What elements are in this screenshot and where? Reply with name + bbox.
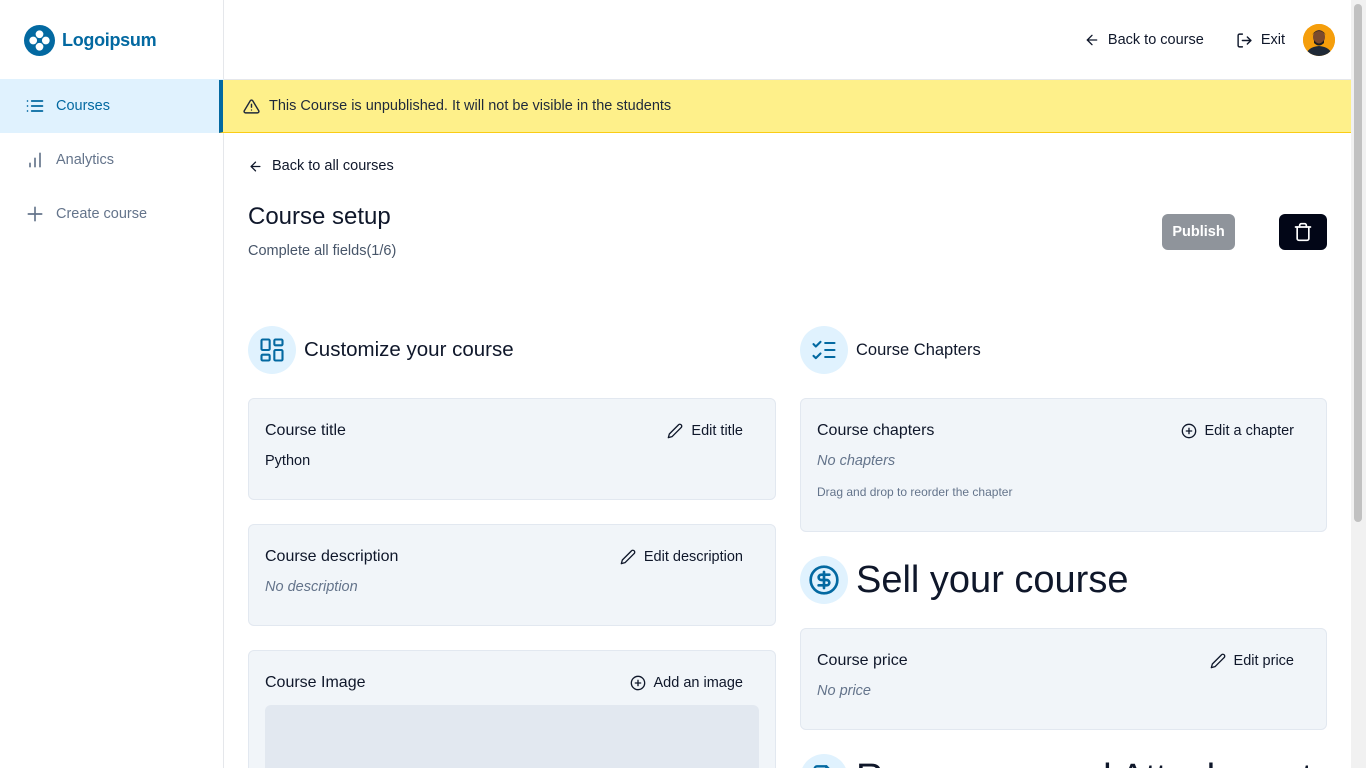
logo-text: Logoipsum xyxy=(62,29,157,50)
card-header: Course title Edit title xyxy=(265,411,759,451)
card-title: Course description xyxy=(265,548,399,565)
card-title: Course chapters xyxy=(817,422,935,439)
completion-status: Complete all fields(1/6) xyxy=(248,243,397,259)
sidebar-nav: Courses Analytics Create course xyxy=(0,79,224,241)
publish-button[interactable]: Publish xyxy=(1162,214,1235,250)
reorder-hint: Drag and drop to reorder the chapter xyxy=(817,485,1013,499)
card-title: Course title xyxy=(265,422,346,439)
course-title-value: Python xyxy=(265,453,311,469)
top-actions: Back to course Exit xyxy=(1072,22,1335,58)
course-chapters-card: Course chapters Edit a chapter No chapte… xyxy=(800,398,1327,532)
image-placeholder[interactable] xyxy=(265,705,759,768)
edit-chapter-label: Edit a chapter xyxy=(1204,423,1294,439)
edit-price-label: Edit price xyxy=(1233,653,1294,669)
sell-heading: Sell your course xyxy=(800,556,1327,604)
page-title: Course setup xyxy=(248,203,391,230)
chapters-section: Course Chapters Course chapters Edit a c… xyxy=(800,326,1331,768)
logo-mark-icon xyxy=(24,24,55,56)
unpublished-banner: This Course is unpublished. It will not … xyxy=(219,80,1351,133)
back-to-course-label: Back to course xyxy=(1107,32,1204,48)
alert-triangle-icon xyxy=(243,98,260,114)
file-icon xyxy=(800,754,848,768)
circle-dollar-icon xyxy=(800,556,848,604)
pencil-icon xyxy=(668,423,683,439)
add-image-button[interactable]: Add an image xyxy=(614,665,759,701)
pencil-icon xyxy=(1210,653,1225,669)
plus-circle-icon xyxy=(630,675,645,691)
trash-icon xyxy=(1294,222,1312,242)
edit-description-button[interactable]: Edit description xyxy=(604,539,759,575)
avatar-image xyxy=(1303,24,1335,56)
sidebar: Logoipsum Courses Analytics Create cours… xyxy=(0,0,224,768)
list-checks-icon xyxy=(800,326,848,374)
exit-label: Exit xyxy=(1260,32,1285,48)
logo[interactable]: Logoipsum xyxy=(24,24,157,56)
bar-chart-icon xyxy=(25,150,45,170)
course-description-value: No description xyxy=(265,579,358,595)
course-image-card: Course Image Add an image xyxy=(248,650,776,768)
scrollbar-thumb[interactable] xyxy=(1354,4,1362,522)
course-price-card: Course price Edit price No price xyxy=(800,628,1327,730)
plus-circle-icon xyxy=(1181,423,1196,439)
edit-description-label: Edit description xyxy=(643,549,743,565)
pencil-icon xyxy=(620,549,636,565)
customize-title: Customize your course xyxy=(304,338,514,361)
course-description-card: Course description Edit description No d… xyxy=(248,524,776,626)
edit-title-button[interactable]: Edit title xyxy=(651,413,759,449)
resources-heading: Resources and Attachments xyxy=(800,754,1331,768)
back-to-all-courses-label: Back to all courses xyxy=(272,158,394,174)
back-to-all-courses-link[interactable]: Back to all courses xyxy=(248,158,394,174)
customize-heading: Customize your course xyxy=(248,326,776,374)
delete-button[interactable] xyxy=(1279,214,1327,250)
list-icon xyxy=(25,96,45,116)
arrow-left-icon xyxy=(250,161,261,171)
log-out-icon xyxy=(1237,32,1252,48)
page-scrollbar[interactable] xyxy=(1351,0,1366,768)
avatar[interactable] xyxy=(1303,24,1335,56)
resources-title: Resources and Attachments xyxy=(856,757,1331,768)
add-image-label: Add an image xyxy=(653,675,743,691)
edit-price-button[interactable]: Edit price xyxy=(1194,643,1310,679)
exit-button[interactable]: Exit xyxy=(1224,22,1297,58)
edit-chapter-button[interactable]: Edit a chapter xyxy=(1165,413,1310,449)
sidebar-item-create-course[interactable]: Create course xyxy=(0,187,224,241)
sidebar-item-analytics[interactable]: Analytics xyxy=(0,133,224,187)
topbar: Back to course Exit xyxy=(224,0,1351,80)
layout-dashboard-icon xyxy=(248,326,296,374)
course-title-card: Course title Edit title Python xyxy=(248,398,776,500)
banner-text: This Course is unpublished. It will not … xyxy=(269,98,672,114)
course-price-value: No price xyxy=(817,683,871,699)
edit-title-label: Edit title xyxy=(691,423,743,439)
customize-section: Customize your course Course title Edit … xyxy=(248,326,776,768)
card-header: Course chapters Edit a chapter xyxy=(817,411,1310,451)
sidebar-item-label: Courses xyxy=(56,98,110,114)
card-title: Course price xyxy=(817,652,908,669)
sidebar-item-label: Create course xyxy=(56,206,148,222)
sell-title: Sell your course xyxy=(856,558,1129,601)
sidebar-item-courses[interactable]: Courses xyxy=(0,79,224,133)
sidebar-item-label: Analytics xyxy=(56,152,115,168)
card-header: Course Image Add an image xyxy=(265,663,759,703)
arrow-left-icon xyxy=(1086,34,1098,46)
back-to-course-button[interactable]: Back to course xyxy=(1072,22,1216,58)
plus-icon xyxy=(25,204,45,224)
card-header: Course price Edit price xyxy=(817,641,1310,681)
chapters-value: No chapters xyxy=(817,453,896,469)
card-title: Course Image xyxy=(265,674,366,691)
chapters-heading: Course Chapters xyxy=(800,326,1327,374)
chapters-title: Course Chapters xyxy=(856,340,981,359)
card-header: Course description Edit description xyxy=(265,537,759,577)
